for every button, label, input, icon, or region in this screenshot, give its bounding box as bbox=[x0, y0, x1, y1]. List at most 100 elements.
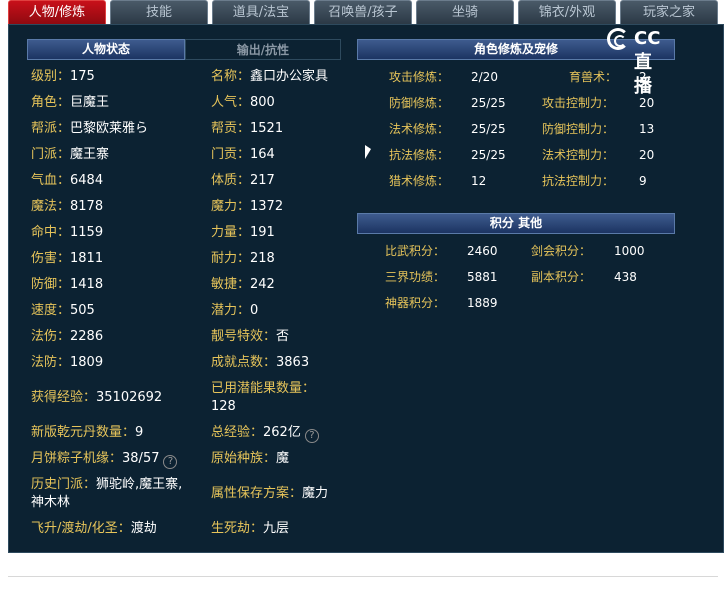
stat-row: 速度：505 bbox=[31, 302, 95, 320]
stat-value: 9 bbox=[639, 174, 647, 188]
logo-text: CC直播 bbox=[634, 28, 661, 97]
stat-row: 靓号特效：否 bbox=[211, 328, 289, 346]
stat-value: 巨魔王 bbox=[70, 95, 110, 110]
stat-row: 敏捷：242 bbox=[211, 276, 275, 294]
points-value: 2460 bbox=[467, 242, 498, 261]
tab-items-treasures[interactable]: 道具/法宝 bbox=[212, 0, 310, 24]
stat-value: 800 bbox=[250, 95, 275, 110]
control-row: 法术控制力： bbox=[542, 146, 614, 165]
cultivation-value: 25/25 bbox=[471, 94, 506, 113]
stat-value: 魔 bbox=[276, 451, 290, 466]
stat-value: 2460 bbox=[467, 244, 498, 258]
tab-pets-children[interactable]: 召唤兽/孩子 bbox=[314, 0, 412, 24]
stat-value: 神木林 bbox=[31, 495, 71, 510]
cultivation-value: 2/20 bbox=[471, 68, 498, 87]
stat-row: 耐力：218 bbox=[211, 250, 275, 268]
stat-value: 5881 bbox=[467, 270, 498, 284]
control-value: 20 bbox=[639, 94, 654, 113]
points-value: 5881 bbox=[467, 268, 498, 287]
control-value: 2 bbox=[639, 68, 647, 87]
stat-label: 抗法控制力： bbox=[542, 174, 615, 188]
stat-value: 1521 bbox=[250, 121, 284, 136]
stat-value: 2/20 bbox=[471, 70, 498, 84]
points-header: 积分 其他 bbox=[357, 213, 675, 234]
stat-label: 速度： bbox=[31, 303, 71, 318]
stat-value: 262亿 bbox=[263, 425, 301, 440]
stat-label: 命中： bbox=[31, 225, 71, 240]
stat-row: 飞升/渡劫/化圣：渡劫 bbox=[31, 520, 157, 538]
stat-label: 月饼粽子机缘： bbox=[31, 451, 123, 466]
stat-value: 438 bbox=[614, 270, 637, 284]
stat-value: 1809 bbox=[70, 355, 104, 370]
points-value: 438 bbox=[614, 268, 637, 287]
stat-row: 成就点数：3863 bbox=[211, 354, 309, 372]
stat-row: 角色：巨魔王 bbox=[31, 94, 109, 112]
stat-value: 狮驼岭,魔王寨, bbox=[96, 477, 183, 492]
stat-value: 20 bbox=[639, 148, 655, 162]
points-row: 剑会积分： bbox=[531, 242, 591, 261]
tab-character-cultivation[interactable]: 人物/修炼 bbox=[8, 0, 106, 24]
stat-row: 魔力：1372 bbox=[211, 198, 283, 216]
tab-character-status[interactable]: 人物状态 bbox=[27, 39, 185, 60]
stat-label: 帮贡： bbox=[211, 121, 251, 136]
help-icon[interactable]: ? bbox=[163, 455, 178, 469]
stat-label: 体质： bbox=[211, 173, 251, 188]
stat-label: 魔法： bbox=[31, 199, 71, 214]
control-row: 攻击控制力： bbox=[542, 94, 614, 113]
stat-label: 剑会积分： bbox=[531, 244, 592, 258]
tab-skills[interactable]: 技能 bbox=[110, 0, 208, 24]
stat-row: 属性保存方案：魔力 bbox=[211, 485, 328, 503]
stat-value: 242 bbox=[250, 277, 275, 292]
stat-label: 防御控制力： bbox=[542, 122, 615, 136]
tab-outfits[interactable]: 锦衣/外观 bbox=[518, 0, 616, 24]
stat-label: 法防： bbox=[31, 355, 71, 370]
stat-label: 攻击修炼： bbox=[389, 70, 450, 84]
stat-row-continued: 128 bbox=[211, 398, 236, 416]
control-row: 育兽术： bbox=[569, 68, 617, 87]
stat-value: 25/25 bbox=[471, 122, 506, 136]
stat-row: 帮派：巴黎欧莱雅ら bbox=[31, 120, 148, 138]
stat-label: 总经验： bbox=[211, 425, 264, 440]
stat-label: 气血： bbox=[31, 173, 71, 188]
stat-label: 历史门派： bbox=[31, 477, 97, 492]
stat-label: 门派： bbox=[31, 147, 71, 162]
stat-row: 生死劫：九层 bbox=[211, 520, 289, 538]
stat-value: 渡劫 bbox=[130, 521, 157, 536]
stat-label: 名称： bbox=[211, 69, 251, 84]
stat-label: 帮派： bbox=[31, 121, 71, 136]
stat-label: 属性保存方案： bbox=[211, 486, 303, 501]
stat-value: 1159 bbox=[70, 225, 104, 240]
tab-player-home[interactable]: 玩家之家 bbox=[620, 0, 718, 24]
cultivation-row: 猎术修炼： bbox=[389, 172, 449, 191]
points-row: 比武积分： bbox=[385, 242, 445, 261]
stat-value: 13 bbox=[639, 122, 655, 136]
stat-row-continued: 神木林 bbox=[31, 494, 70, 512]
stat-row: 历史门派：狮驼岭,魔王寨, bbox=[31, 476, 182, 494]
stat-row: 门贡：164 bbox=[211, 146, 275, 164]
stat-value: 9 bbox=[135, 425, 144, 440]
stat-label: 防御： bbox=[31, 277, 71, 292]
stat-label: 副本积分： bbox=[531, 270, 592, 284]
stat-label: 耐力： bbox=[211, 251, 251, 266]
tab-output-resistance[interactable]: 输出/抗性 bbox=[185, 39, 341, 60]
control-value: 20 bbox=[639, 146, 654, 165]
stat-row: 获得经验：35102692 bbox=[31, 389, 162, 407]
stat-value: 0 bbox=[250, 303, 259, 318]
cc-logo-icon bbox=[607, 28, 629, 50]
stat-row: 门派：魔王寨 bbox=[31, 146, 109, 164]
help-icon[interactable]: ? bbox=[304, 429, 319, 443]
stat-value: 164 bbox=[250, 147, 275, 162]
stat-label: 已用潜能果数量： bbox=[211, 381, 316, 396]
stat-label: 获得经验： bbox=[31, 390, 97, 405]
tab-mounts[interactable]: 坐骑 bbox=[416, 0, 514, 24]
cultivation-row: 攻击修炼： bbox=[389, 68, 449, 87]
stat-row: 体质：217 bbox=[211, 172, 275, 190]
stat-label: 神器积分： bbox=[385, 296, 446, 310]
points-row: 三界功绩： bbox=[385, 268, 445, 287]
stat-value: 25/25 bbox=[471, 148, 506, 162]
points-row: 副本积分： bbox=[531, 268, 591, 287]
stat-label: 门贡： bbox=[211, 147, 251, 162]
stat-value: 20 bbox=[639, 96, 655, 110]
stat-label: 猎术修炼： bbox=[389, 174, 450, 188]
stat-value: 1418 bbox=[70, 277, 104, 292]
